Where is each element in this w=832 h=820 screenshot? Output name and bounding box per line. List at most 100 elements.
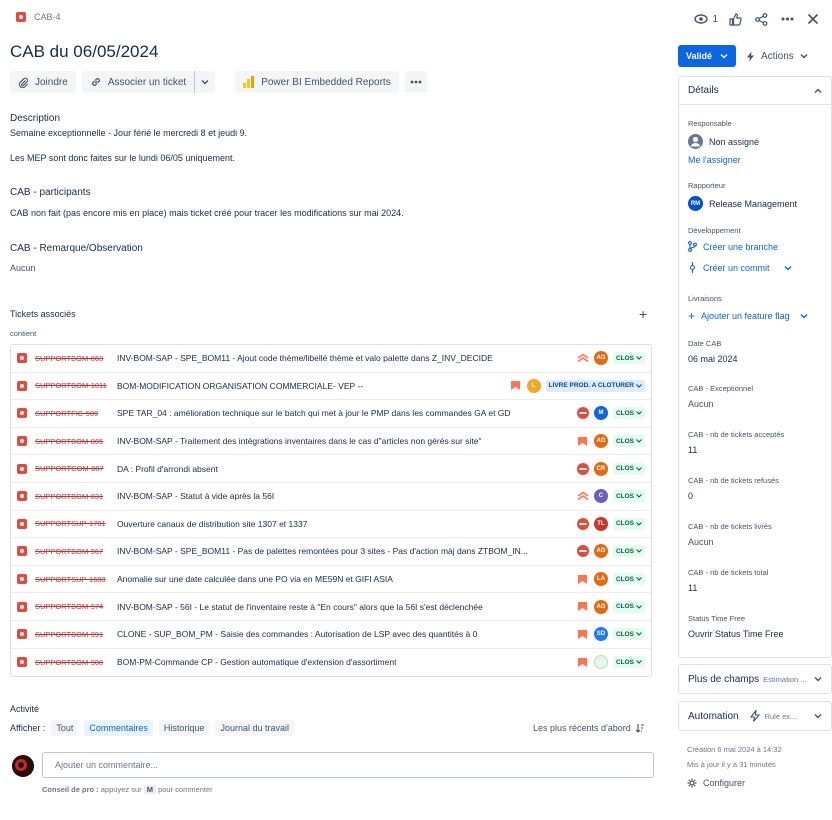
linked-issue-key[interactable]: SUPPORTBOM-831 xyxy=(35,492,117,501)
exceptionnel-value[interactable]: Aucun xyxy=(688,399,753,409)
assign-to-me-link[interactable]: Me l'assigner xyxy=(688,155,759,165)
filter-worklog[interactable]: Journal du travail xyxy=(215,720,294,736)
linked-issue-key[interactable]: SUPPORTCOM-887 xyxy=(35,464,117,473)
linked-issue-summary[interactable]: INV-BOM-SAP - SPE_BOM11 - Ajout code thè… xyxy=(117,353,493,363)
add-feature-flag-link[interactable]: + Ajouter un feature flag xyxy=(688,309,808,323)
status-lozenge[interactable]: CLOS xyxy=(612,435,645,448)
linked-issue-row[interactable]: SUPPORTBOM-865 INV-BOM-SAP - Traitement d… xyxy=(11,428,651,456)
linked-issue-row[interactable]: SUPPORTBOM-1011 BOM-MODIFICATION ORGANISA… xyxy=(11,373,651,401)
create-commit-link[interactable]: Créer un commit xyxy=(688,262,792,273)
assignee-avatar[interactable]: TL xyxy=(593,516,608,531)
description-line-1[interactable]: Semaine exceptionnelle - Jour férié le m… xyxy=(10,128,247,138)
status-lozenge[interactable]: CLOS xyxy=(612,352,645,365)
linked-issue-key[interactable]: SUPPORTSUP-1701 xyxy=(35,519,117,528)
assignee-avatar[interactable]: CR xyxy=(593,461,608,476)
refused-value[interactable]: 0 xyxy=(688,491,779,501)
assignee-avatar[interactable]: C xyxy=(593,489,608,504)
linked-issue-summary[interactable]: CLONE - SUP_BOM_PM - Saisie des commande… xyxy=(117,629,477,639)
issue-title[interactable]: CAB du 06/05/2024 xyxy=(10,42,158,62)
linked-issue-summary[interactable]: INV-BOM-SAP - Statut à vide après la 56I xyxy=(117,491,274,501)
details-panel-header[interactable]: Détails xyxy=(679,77,831,105)
assignee-avatar[interactable]: AG xyxy=(593,544,608,559)
status-lozenge[interactable]: LIVRE PROD. A CLOTURER xyxy=(545,379,645,392)
linked-issue-summary[interactable]: BOM-MODIFICATION ORGANISATION COMMERCIAL… xyxy=(117,381,363,391)
linked-issue-row[interactable]: SUPPORTBOM-974 INV-BOM-SAP - 56I - Le sta… xyxy=(11,593,651,621)
sort-order-button[interactable]: Les plus récents d'abord xyxy=(533,723,645,733)
linked-issue-key[interactable]: SUPPORTFIC-589 xyxy=(35,409,117,418)
assignee-avatar[interactable]: AG xyxy=(593,351,608,366)
status-lozenge[interactable]: CLOS xyxy=(612,407,645,420)
status-time-free-value[interactable]: Ouvrir Status Time Free xyxy=(688,629,784,639)
linked-issue-summary[interactable]: DA : Profil d'arrondi absent xyxy=(117,464,218,474)
linked-issue-summary[interactable]: INV-BOM-SAP - Traitement des intégration… xyxy=(117,436,481,446)
issue-key[interactable]: CAB-4 xyxy=(34,12,61,22)
linked-issue-row[interactable]: SUPPORTBOM-863 INV-BOM-SAP - SPE_BOM11 - … xyxy=(11,345,651,373)
status-lozenge[interactable]: CLOS xyxy=(612,517,645,530)
share-icon[interactable] xyxy=(752,10,770,28)
linked-issue-key[interactable]: SUPPORTBOM-1011 xyxy=(35,381,117,390)
status-lozenge[interactable]: CLOS xyxy=(612,462,645,475)
participants-value[interactable]: CAB non fait (pas encore mis en place) m… xyxy=(10,208,404,218)
linked-issue-summary[interactable]: SPE TAR_04 : amélioration technique sur … xyxy=(117,408,511,418)
comment-input[interactable]: Ajouter un commentaire... xyxy=(42,752,654,778)
actions-button[interactable]: Actions xyxy=(746,45,808,67)
linked-issue-summary[interactable]: Ouverture canaux de distribution site 13… xyxy=(117,519,307,529)
linked-issue-summary[interactable]: INV-BOM-SAP - SPE_BOM11 - Pas de palette… xyxy=(117,546,528,556)
filter-all[interactable]: Tout xyxy=(51,720,79,736)
add-linked-issue-icon[interactable]: + xyxy=(639,306,647,322)
date-cab-value[interactable]: 06 mai 2024 xyxy=(688,354,738,364)
linked-issue-summary[interactable]: BOM-PM-Commande CP - Gestion automatique… xyxy=(117,657,396,667)
delivered-value[interactable]: Aucun xyxy=(688,537,772,547)
linked-issue-row[interactable]: SUPPORTFIC-589 SPE TAR_04 : amélioration … xyxy=(11,400,651,428)
linked-issue-row[interactable]: SUPPORTCOM-887 DA : Profil d'arrondi abse… xyxy=(11,455,651,483)
linked-issue-summary[interactable]: INV-BOM-SAP - 56I - Le statut de l'inven… xyxy=(117,602,483,612)
status-lozenge[interactable]: CLOS xyxy=(612,628,645,641)
reporter-value-row[interactable]: RM Release Management xyxy=(688,196,797,211)
linked-issue-key[interactable]: SUPPORTBOM-900 xyxy=(35,658,117,667)
total-value[interactable]: 11 xyxy=(688,583,768,593)
filter-history[interactable]: Historique xyxy=(158,720,210,736)
assignee-value-row[interactable]: Non assigné xyxy=(688,134,759,149)
link-issue-dropdown[interactable] xyxy=(194,71,216,93)
assignee-avatar[interactable]: SD xyxy=(593,627,608,642)
powerbi-button[interactable]: Power BI Embedded Reports xyxy=(235,71,399,93)
status-button[interactable]: Validé xyxy=(678,45,737,67)
linked-issue-row[interactable]: SUPPORTBOM-831 INV-BOM-SAP - Statut à vid… xyxy=(11,483,651,511)
status-lozenge[interactable]: CLOS xyxy=(612,573,645,586)
status-lozenge[interactable]: CLOS xyxy=(612,600,645,613)
linked-issue-key[interactable]: SUPPORTBOM-967 xyxy=(35,547,117,556)
description-line-2[interactable]: Les MEP sont donc faites sur le lundi 06… xyxy=(10,153,235,163)
status-lozenge[interactable]: CLOS xyxy=(612,656,645,669)
filter-comments[interactable]: Commentaires xyxy=(84,720,153,736)
more-fields-panel[interactable]: Plus de champs Estimation ... xyxy=(678,664,832,694)
assignee-avatar[interactable] xyxy=(593,655,608,670)
close-icon[interactable] xyxy=(804,10,822,28)
assignee-avatar[interactable]: AG xyxy=(593,599,608,614)
linked-issue-row[interactable]: SUPPORTBOM-900 BOM-PM-Commande CP - Gesti… xyxy=(11,649,651,677)
assignee-avatar[interactable]: M xyxy=(593,406,608,421)
linked-issue-row[interactable]: SUPPORTBOM-991 CLONE - SUP_BOM_PM - Saisi… xyxy=(11,621,651,649)
thumbs-up-icon[interactable] xyxy=(726,10,744,28)
accepted-value[interactable]: 11 xyxy=(688,445,784,455)
more-actions-button[interactable] xyxy=(404,71,427,93)
create-branch-link[interactable]: Créer une branche xyxy=(688,241,792,252)
automation-panel[interactable]: Automation Rule ex... xyxy=(678,701,832,731)
linked-issue-key[interactable]: SUPPORTBOM-863 xyxy=(35,354,117,363)
attach-button[interactable]: Joindre xyxy=(10,71,76,93)
linked-issue-row[interactable]: SUPPORTSUP-1683 Anomalie sur une date cal… xyxy=(11,566,651,594)
status-lozenge[interactable]: CLOS xyxy=(612,490,645,503)
status-lozenge[interactable]: CLOS xyxy=(612,545,645,558)
linked-issue-key[interactable]: SUPPORTBOM-865 xyxy=(35,437,117,446)
assignee-avatar[interactable]: L xyxy=(526,378,541,393)
linked-issue-key[interactable]: SUPPORTBOM-991 xyxy=(35,630,117,639)
linked-issue-key[interactable]: SUPPORTBOM-974 xyxy=(35,602,117,611)
linked-issue-summary[interactable]: Anomalie sur une date calculée dans une … xyxy=(117,574,393,584)
linked-issue-row[interactable]: SUPPORTBOM-967 INV-BOM-SAP - SPE_BOM11 - … xyxy=(11,538,651,566)
configure-button[interactable]: Configurer xyxy=(687,778,745,788)
assignee-avatar[interactable]: LA xyxy=(593,572,608,587)
linked-issue-row[interactable]: SUPPORTSUP-1701 Ouverture canaux de distr… xyxy=(11,511,651,539)
eye-icon[interactable] xyxy=(692,10,710,28)
assignee-avatar[interactable]: AG xyxy=(593,434,608,449)
link-issue-button[interactable]: Associer un ticket xyxy=(81,71,195,93)
linked-issue-key[interactable]: SUPPORTSUP-1683 xyxy=(35,575,117,584)
